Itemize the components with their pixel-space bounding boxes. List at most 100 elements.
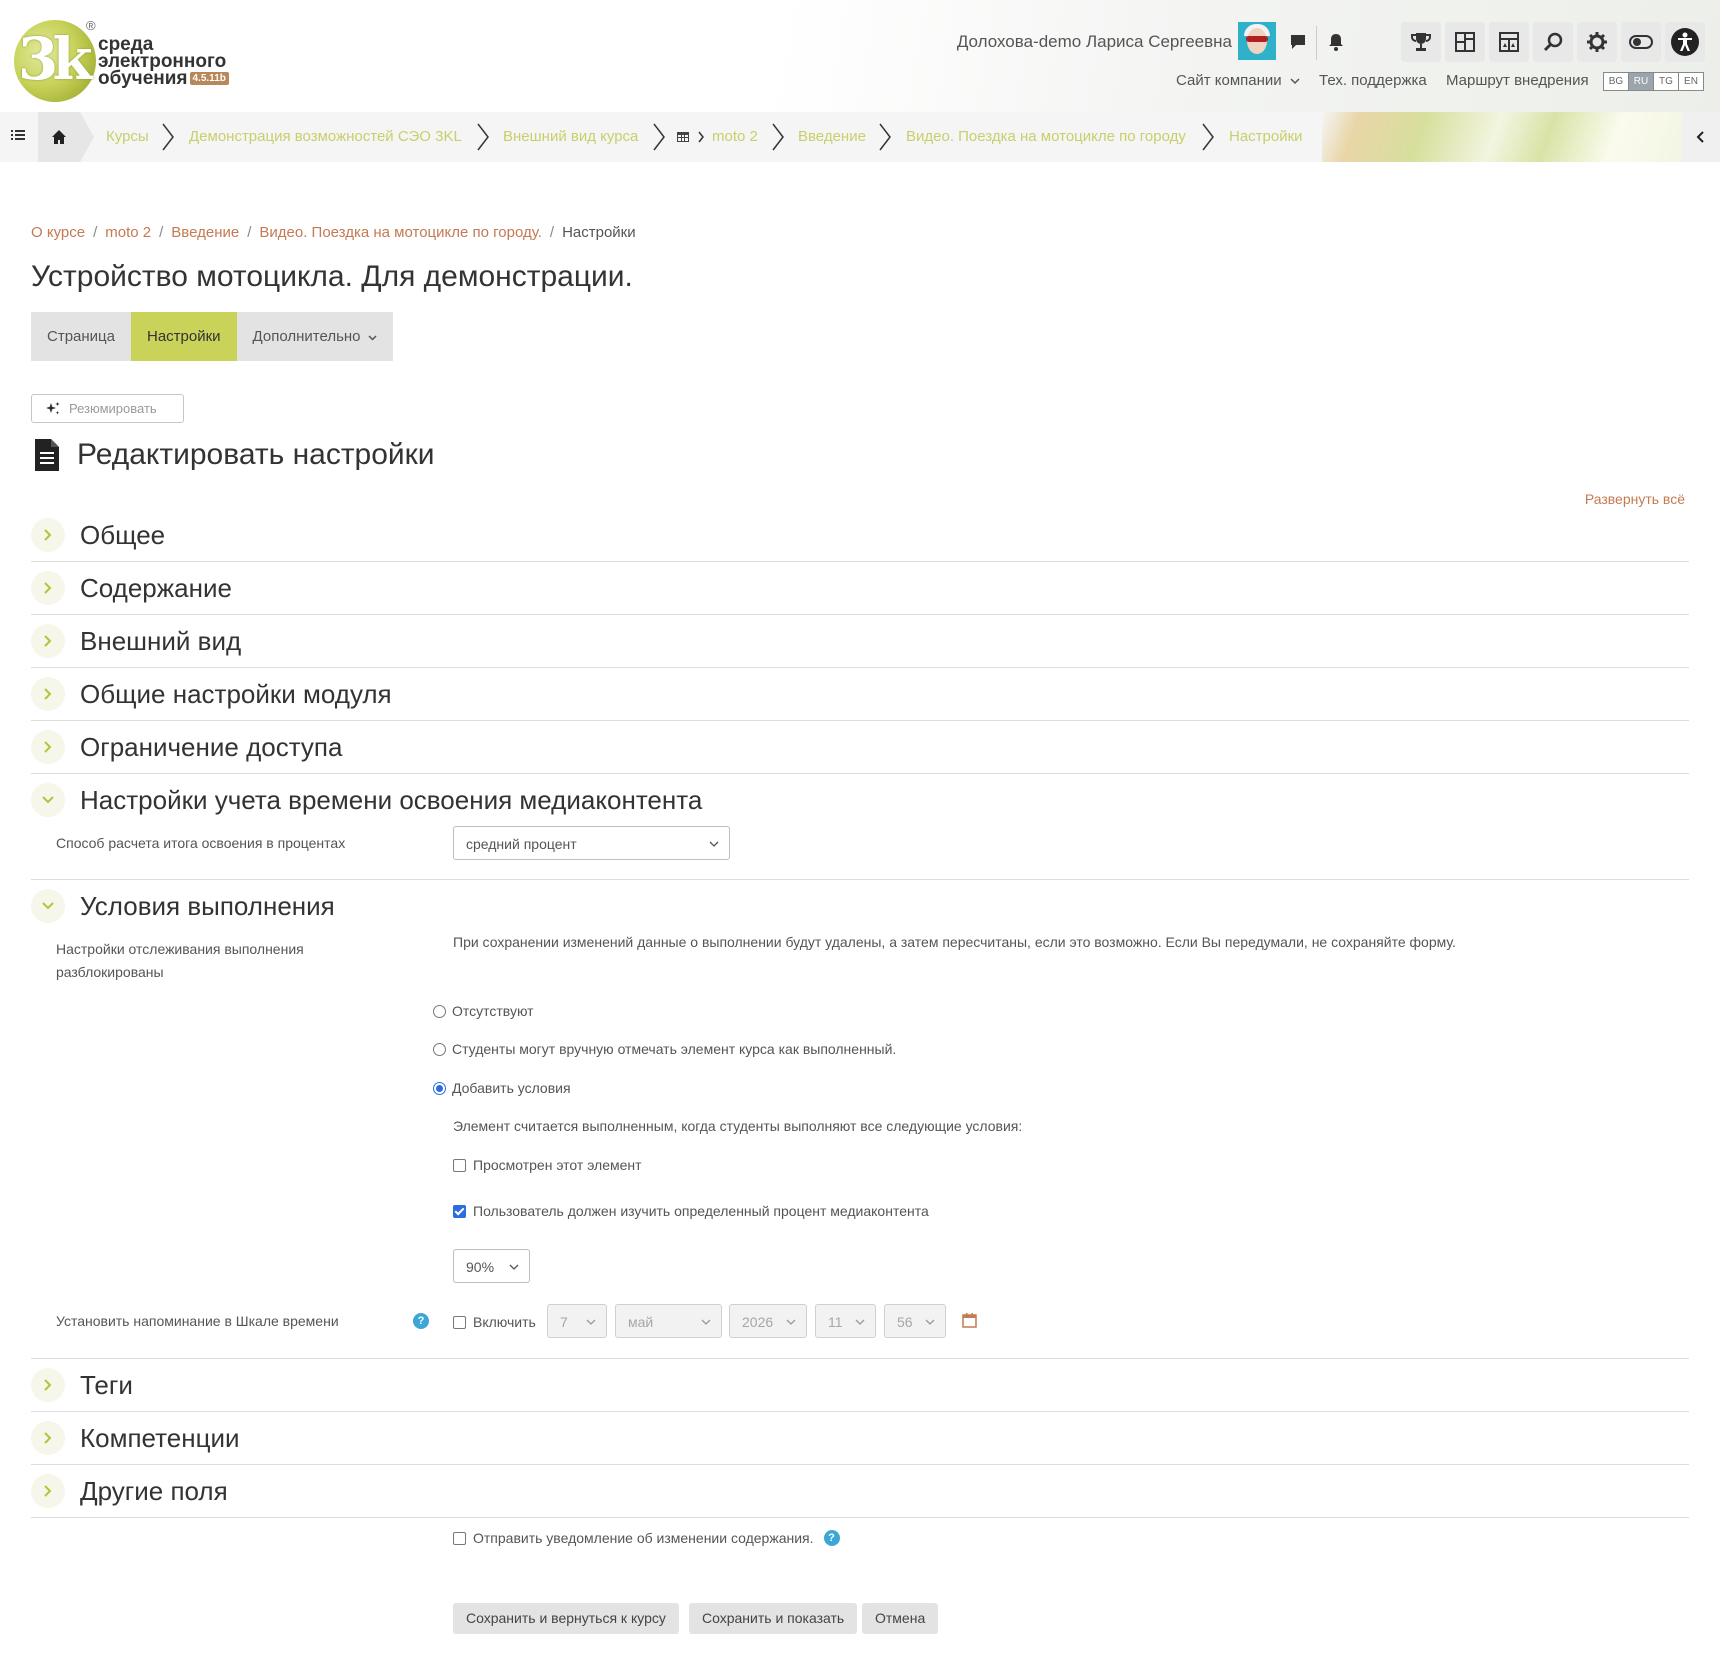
messages-icon[interactable] [1278, 22, 1318, 62]
radio-manual[interactable]: Студенты могут вручную отмечать элемент … [433, 1041, 896, 1057]
crumb-moto2[interactable]: moto 2 [105, 224, 151, 241]
section-appearance-header[interactable]: Внешний вид [31, 615, 241, 667]
page-breadcrumb: О курсе / moto 2/Введение / Видео. Поездка н… [31, 224, 636, 241]
home-icon [52, 130, 66, 144]
breadcrumb-separator-icon [477, 123, 489, 151]
tab-page[interactable]: Страница [31, 312, 131, 361]
chevron-down-icon [855, 1319, 865, 1325]
help-icon[interactable]: ? [413, 1313, 429, 1329]
tab-more[interactable]: Дополнительно [236, 312, 393, 361]
cancel-button[interactable]: Отмена [862, 1603, 939, 1634]
notifications-bell-icon[interactable] [1316, 22, 1356, 62]
section-tags-header[interactable]: Теги [31, 1359, 133, 1411]
radio-none[interactable]: Отсутствуют [433, 1003, 534, 1019]
reminder-day-select[interactable]: 7 [547, 1304, 607, 1338]
breadcrumb-demo-course[interactable]: Демонстрация возможностей СЭО 3KL [189, 128, 462, 145]
chevron-down-icon [925, 1319, 935, 1325]
calc-method-select[interactable]: средний процент [453, 826, 730, 860]
chevron-left-icon [1696, 131, 1704, 143]
crumb-video[interactable]: Видео. Поездка на мотоцикле по городу. [259, 224, 542, 241]
media-percent-checkbox-row[interactable]: Пользователь должен изучить определенный… [453, 1203, 929, 1219]
chevron-right-icon [31, 677, 65, 711]
section-media-time-header[interactable]: Настройки учета времени освоения медиако… [31, 774, 702, 826]
percent-select[interactable]: 90% [453, 1249, 530, 1283]
radio-manual-control[interactable] [433, 1042, 446, 1056]
lang-en[interactable]: EN [1678, 72, 1704, 91]
section-module-common: Общие настройки модуля [31, 668, 1689, 721]
home-button[interactable] [38, 112, 94, 162]
crumb-intro[interactable]: Введение [171, 224, 239, 241]
chevron-right-icon [31, 1474, 65, 1508]
breadcrumb-moto2[interactable]: moto 2 [712, 128, 758, 145]
secondary-nav-tabs: Страница Настройки Дополнительно [31, 312, 393, 361]
crumb-current: Настройки [562, 224, 636, 241]
section-other-fields: Другие поля [31, 1465, 1689, 1518]
lang-tg[interactable]: TG [1653, 72, 1679, 91]
gear-icon[interactable] [1577, 22, 1617, 62]
drawer-toggle-button[interactable] [1682, 112, 1720, 162]
courses-icon[interactable] [1489, 22, 1529, 62]
lang-bg[interactable]: BG [1603, 72, 1629, 91]
chevron-down-icon [509, 1264, 519, 1270]
save-return-button[interactable]: Сохранить и вернуться к курсу [453, 1603, 679, 1634]
media-percent-checkbox[interactable] [453, 1204, 466, 1218]
menu-list-icon[interactable] [10, 127, 26, 148]
trophy-icon[interactable] [1401, 22, 1441, 62]
summarize-button[interactable]: Резюмировать [31, 394, 184, 423]
section-competencies-header[interactable]: Компетенции [31, 1412, 240, 1464]
document-icon [35, 439, 59, 471]
edit-settings-heading: Редактировать настройки [33, 438, 435, 472]
breadcrumb-intro[interactable]: Введение [798, 128, 866, 145]
completion-warning: При сохранении изменений данные о выполн… [453, 934, 1456, 950]
support-link[interactable]: Тех. поддержка [1319, 72, 1427, 89]
theme-toggle-icon[interactable] [1621, 22, 1661, 62]
conditions-intro: Элемент считается выполненным, когда сту… [453, 1118, 1023, 1134]
viewed-checkbox[interactable] [453, 1158, 466, 1172]
tab-settings[interactable]: Настройки [130, 312, 237, 361]
radio-conditions-control[interactable] [433, 1081, 446, 1095]
calendar-grid-icon [677, 132, 689, 142]
reminder-enable-row[interactable]: Включить [453, 1314, 536, 1330]
language-switcher: BG RU TG EN [1603, 72, 1704, 91]
user-name[interactable]: Долохова-demo Лариса Сергеевна [957, 32, 1232, 52]
breadcrumb-video[interactable]: Видео. Поездка на мотоцикле по городу [906, 128, 1186, 145]
logo[interactable]: 3k ® среда электронного обучения 4.5.11b [14, 18, 234, 106]
breadcrumb-courses[interactable]: Курсы [106, 128, 149, 145]
route-link[interactable]: Маршрут внедрения [1446, 72, 1589, 89]
reminder-label: Установить напоминание в Шкале времени [56, 1313, 339, 1329]
crumb-about-course[interactable]: О курсе [31, 224, 85, 241]
reminder-minute-select[interactable]: 56 [884, 1304, 946, 1338]
breadcrumb-course-appearance[interactable]: Внешний вид курса [503, 128, 638, 145]
avatar[interactable] [1238, 22, 1276, 60]
section-content-header[interactable]: Содержание [31, 562, 232, 614]
help-icon[interactable]: ? [823, 1530, 840, 1546]
expand-all-link[interactable]: Развернуть всё [1585, 491, 1685, 507]
calendar-icon[interactable] [962, 1312, 977, 1333]
company-site-menu[interactable]: Сайт компании [1176, 72, 1300, 89]
breadcrumb-separator-icon [879, 123, 891, 151]
breadcrumb-settings[interactable]: Настройки [1229, 128, 1303, 145]
reminder-hour-select[interactable]: 11 [815, 1304, 876, 1338]
radio-conditions[interactable]: Добавить условия [433, 1080, 571, 1096]
save-show-button[interactable]: Сохранить и показать [689, 1603, 858, 1634]
registered-mark: ® [86, 18, 96, 33]
section-general-header[interactable]: Общее [31, 509, 165, 561]
reminder-enable-checkbox[interactable] [453, 1315, 466, 1329]
reminder-month-select[interactable]: май [615, 1304, 722, 1338]
dashboard-icon[interactable] [1445, 22, 1485, 62]
sparkles-icon [46, 401, 60, 414]
notify-checkbox[interactable] [453, 1531, 466, 1545]
reminder-year-select[interactable]: 2026 [729, 1304, 807, 1338]
viewed-checkbox-row[interactable]: Просмотрен этот элемент [453, 1157, 642, 1173]
radio-none-control[interactable] [433, 1004, 446, 1018]
notify-checkbox-row[interactable]: Отправить уведомление об изменении содер… [453, 1530, 840, 1546]
section-access-header[interactable]: Ограничение доступа [31, 721, 342, 773]
section-other-fields-header[interactable]: Другие поля [31, 1465, 228, 1517]
search-icon[interactable] [1533, 22, 1573, 62]
breadcrumb-separator-icon [653, 123, 665, 151]
lang-ru[interactable]: RU [1628, 72, 1654, 91]
accessibility-icon[interactable] [1665, 22, 1705, 62]
section-completion-header[interactable]: Условия выполнения [31, 880, 335, 932]
chevron-down-icon [709, 841, 719, 847]
section-module-common-header[interactable]: Общие настройки модуля [31, 668, 392, 720]
